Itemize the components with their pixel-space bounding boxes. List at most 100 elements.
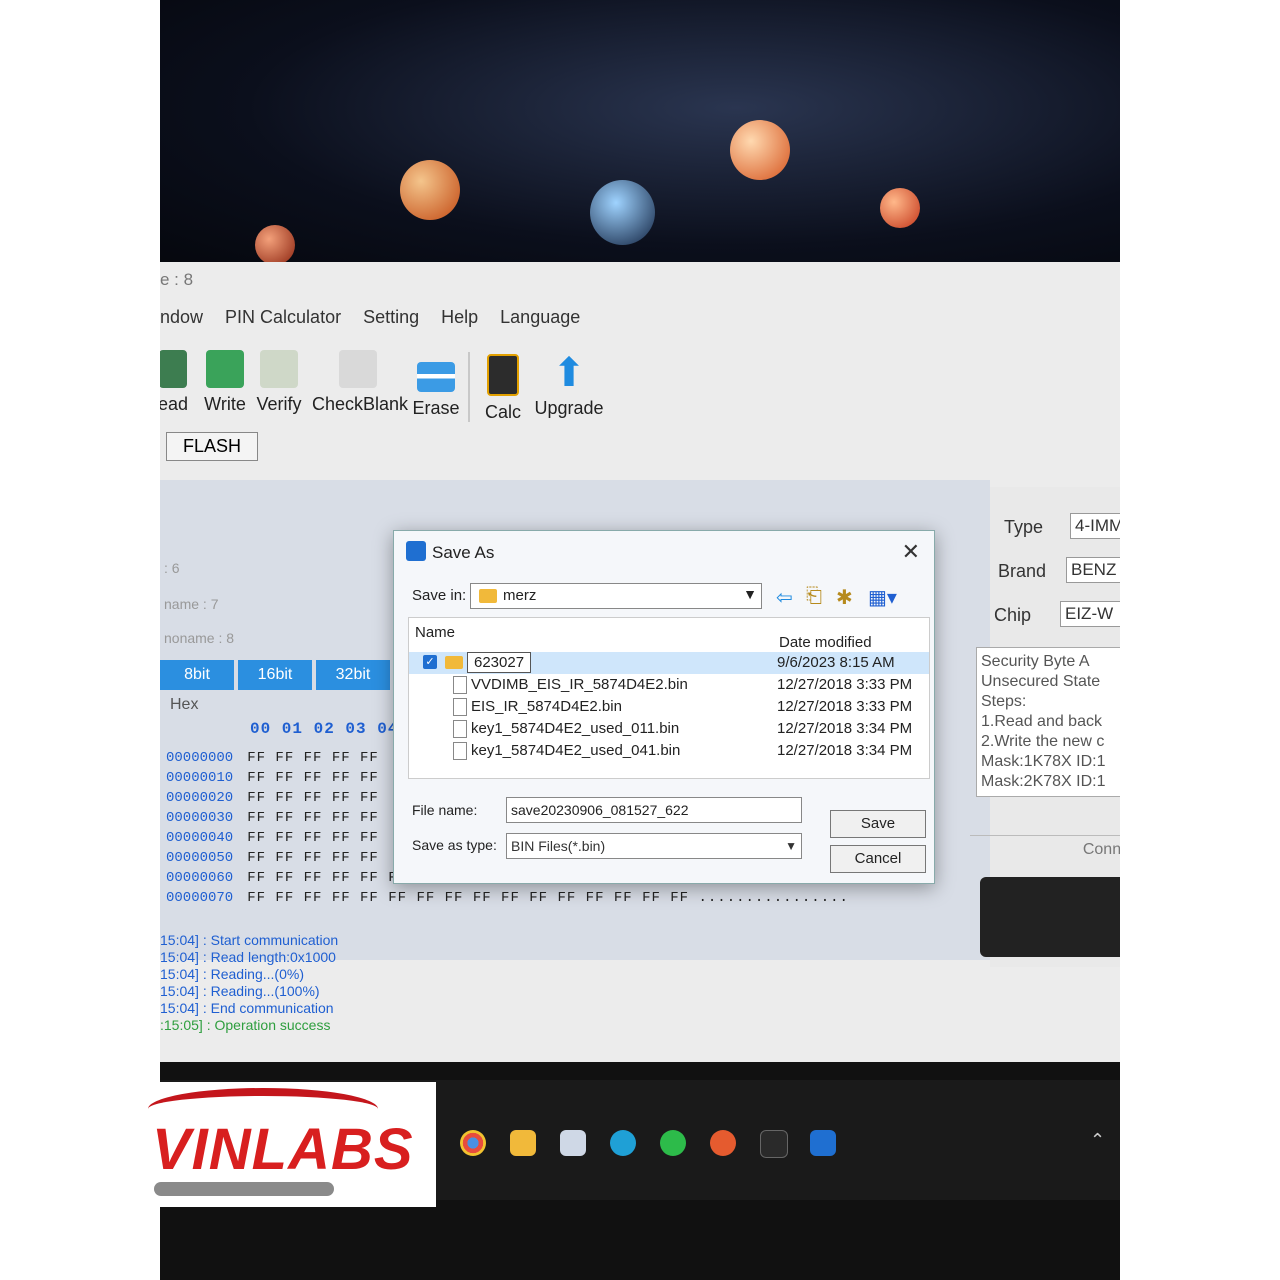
hex-row: 00000010 FF FF FF FF FF [166,770,379,786]
hex-address: 00000020 [166,790,234,806]
upgrade-label: Upgrade [534,398,604,418]
file-name-input[interactable]: save20230906_081527_622 [506,797,802,823]
whatsapp-icon[interactable] [660,1130,686,1156]
new-folder-icon[interactable]: ✱ [836,585,853,610]
hex-bytes: FF FF FF FF FF [247,830,379,846]
log-panel: 15:04] : Start communication 15:04] : Re… [160,932,580,1034]
hex-row: 00000040 FF FF FF FF FF [166,830,379,846]
hex-row: 00000000 FF FF FF FF FF [166,750,379,766]
up-folder-icon[interactable]: ⎗ [806,585,822,608]
log-line: 15:04] : Start communication [160,932,339,948]
wallpaper-orb [255,225,295,265]
file-explorer-icon[interactable] [510,1130,536,1156]
bit-width-buttons: 8bit 16bit 32bit [160,660,390,690]
file-name: key1_5874D4E2_used_041.bin [471,742,681,759]
file-date: 12/27/2018 3:33 PM [777,676,913,693]
column-name[interactable]: Name [415,624,455,641]
chip-info-panel: Type 4-IMM Brand BENZ Chip EIZ-W Securit… [970,487,1120,967]
toolbar: ead Write Verify CheckBlank Erase Calc ⬆… [160,342,620,432]
log-line: 15:04] : Read length:0x1000 [160,949,336,965]
log-line: :15:05] : Operation success [160,1017,331,1033]
view-menu-icon[interactable]: ▦▾ [868,585,897,610]
hex-address: 00000010 [166,770,234,786]
programmer-device-image [980,877,1120,957]
close-icon[interactable]: ✕ [902,539,920,565]
window-title: e : 8 [160,270,194,289]
doc-tab-7[interactable]: name : 7 [164,596,218,612]
cancel-button[interactable]: Cancel [830,845,926,873]
programmer-app-icon[interactable] [810,1130,836,1156]
hex-address: 00000060 [166,870,234,886]
save-type-select[interactable]: BIN Files(*.bin) ▼ [506,833,802,859]
8bit-button[interactable]: 8bit [160,660,234,690]
menu-setting[interactable]: Setting [363,307,419,328]
edge-icon[interactable] [610,1130,636,1156]
file-name: VVDIMB_EIS_IR_5874D4E2.bin [471,676,688,693]
menu-window[interactable]: ndow [160,307,203,328]
vinlabs-logo: VINLABS [142,1082,436,1207]
menu-language[interactable]: Language [500,307,580,328]
folder-icon [445,656,463,669]
brand-field[interactable]: BENZ [1066,557,1120,583]
file-date: 12/27/2018 3:34 PM [777,720,913,737]
menu-pin-calculator[interactable]: PIN Calculator [225,307,341,328]
store-icon[interactable] [560,1130,586,1156]
write-icon [206,350,244,388]
save-in-label: Save in: [412,587,467,604]
save-button[interactable]: Save [830,810,926,838]
wallpaper-orb [730,120,790,180]
type-field[interactable]: 4-IMM [1070,513,1120,539]
write-button[interactable]: Write [200,350,250,415]
checkblank-label: CheckBlank [312,394,409,414]
verify-button[interactable]: Verify [254,350,304,415]
doc-tab-8[interactable]: noname : 8 [164,630,234,646]
wallpaper-orb [880,188,920,228]
read-button[interactable]: ead [160,350,190,415]
file-list: Name Date modified ✓ 623027 9/6/2023 8:1… [408,617,930,779]
folder-icon [479,589,497,603]
chevron-up-icon[interactable]: ⌃ [1090,1130,1116,1156]
erase-label: Erase [412,398,460,418]
erase-button[interactable]: Erase [412,352,460,419]
tab-bar: FLASH [160,432,259,461]
app-icon[interactable] [760,1130,788,1158]
list-item[interactable]: EIS_IR_5874D4E2.bin 12/27/2018 3:33 PM [409,696,929,718]
save-type-value: BIN Files(*.bin) [511,838,606,854]
hex-column-header: 00 01 02 03 04 [250,720,399,738]
list-item[interactable]: key1_5874D4E2_used_041.bin 12/27/2018 3:… [409,740,929,762]
hex-bytes: FF FF FF FF FF [247,810,379,826]
chevron-down-icon: ▼ [743,586,757,602]
calc-button[interactable]: Calc [480,354,526,423]
hex-address: 00000070 [166,890,234,906]
tab-flash[interactable]: FLASH [166,432,259,461]
hex-address: 00000040 [166,830,234,846]
connect-label[interactable]: Conne [970,835,1120,864]
dialog-title: Save As [432,543,495,562]
32bit-button[interactable]: 32bit [316,660,390,690]
list-item[interactable]: key1_5874D4E2_used_011.bin 12/27/2018 3:… [409,718,929,740]
log-line: 15:04] : Reading...(100%) [160,983,320,999]
save-in-dropdown[interactable]: merz ▼ [470,583,762,609]
menu-bar: ndow PIN Calculator Setting Help Languag… [160,307,580,328]
hex-bytes: FF FF FF FF FF [247,770,379,786]
file-name: EIS_IR_5874D4E2.bin [471,698,622,715]
back-icon[interactable]: ⇦ [776,585,793,610]
chrome-icon[interactable] [460,1130,486,1156]
upgrade-button[interactable]: ⬆ Upgrade [534,353,604,419]
hex-bytes: FF FF FF FF FF [247,850,379,866]
doc-tab-6[interactable]: : 6 [164,560,180,576]
16bit-button[interactable]: 16bit [238,660,312,690]
chip-label: Chip [994,605,1032,625]
info-line: Steps: [981,693,1027,710]
list-item[interactable]: VVDIMB_EIS_IR_5874D4E2.bin 12/27/2018 3:… [409,674,929,696]
menu-help[interactable]: Help [441,307,478,328]
rename-field[interactable]: 623027 [467,652,532,673]
checkbox-icon[interactable]: ✓ [423,655,437,669]
browser-icon[interactable] [710,1130,736,1156]
checkblank-button[interactable]: CheckBlank [312,350,408,415]
file-icon [453,742,467,760]
column-date-modified[interactable]: Date modified [779,634,872,651]
list-item[interactable]: ✓ 623027 9/6/2023 8:15 AM [409,652,929,674]
chip-field[interactable]: EIZ-W [1060,601,1120,627]
calculator-icon [487,354,519,396]
